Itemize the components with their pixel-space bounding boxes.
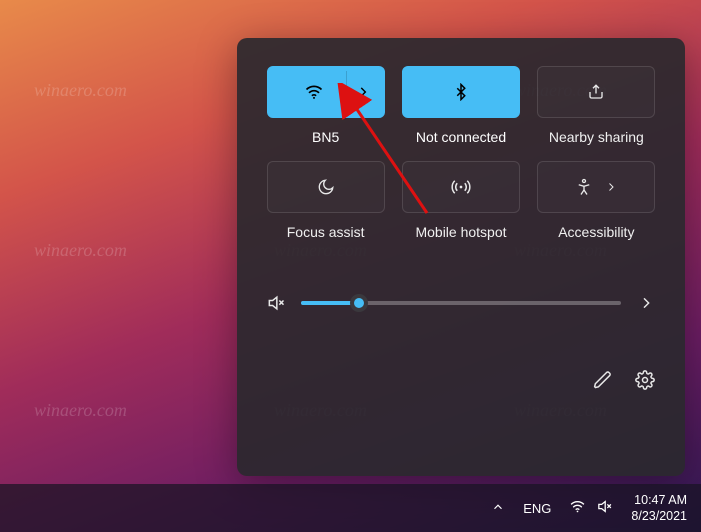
wifi-expand-button[interactable] — [346, 71, 380, 113]
wifi-tile-label: BN5 — [312, 129, 339, 145]
volume-row — [265, 292, 657, 314]
mobile-hotspot-tile[interactable] — [402, 161, 520, 213]
tray-network-button[interactable] — [569, 498, 613, 518]
mobile-hotspot-tile-label: Mobile hotspot — [415, 224, 506, 240]
volume-output-button[interactable] — [635, 295, 657, 311]
taskbar: ENG 10:47 AM 8/23/2021 — [0, 484, 701, 532]
tray-language-button[interactable]: ENG — [523, 501, 551, 516]
tray-clock[interactable]: 10:47 AM 8/23/2021 — [631, 492, 687, 525]
tray-time: 10:47 AM — [631, 492, 687, 508]
share-icon — [587, 83, 605, 101]
bluetooth-tile-label: Not connected — [416, 129, 506, 145]
watermark: winaero.com — [34, 240, 127, 261]
wifi-icon — [304, 82, 324, 102]
tray-date: 8/23/2021 — [631, 508, 687, 524]
accessibility-tile[interactable] — [537, 161, 655, 213]
bluetooth-tile[interactable] — [402, 66, 520, 118]
settings-button[interactable] — [635, 370, 655, 395]
desktop: winaero.com winaero.com winaero.com wina… — [0, 0, 701, 532]
tiles-grid: BN5 Not connected Nearby sharing — [265, 66, 657, 240]
nearby-sharing-tile-label: Nearby sharing — [549, 129, 644, 145]
focus-assist-tile-label: Focus assist — [287, 224, 365, 240]
hotspot-icon — [451, 177, 471, 197]
edit-quick-settings-button[interactable] — [593, 370, 613, 395]
volume-slider[interactable] — [301, 293, 621, 313]
moon-icon — [317, 178, 335, 196]
volume-mute-icon[interactable] — [265, 292, 287, 314]
wifi-icon — [569, 498, 586, 518]
quick-settings-panel: BN5 Not connected Nearby sharing — [237, 38, 685, 476]
watermark: winaero.com — [34, 400, 127, 421]
volume-mute-icon — [596, 498, 613, 518]
accessibility-icon — [575, 178, 593, 196]
focus-assist-tile[interactable] — [267, 161, 385, 213]
tray-overflow-button[interactable] — [491, 500, 505, 517]
panel-footer — [265, 370, 657, 395]
chevron-right-icon — [605, 181, 617, 193]
bluetooth-icon — [452, 83, 470, 101]
nearby-sharing-tile[interactable] — [537, 66, 655, 118]
watermark: winaero.com — [34, 80, 127, 101]
accessibility-tile-label: Accessibility — [558, 224, 634, 240]
wifi-tile[interactable] — [267, 66, 385, 118]
